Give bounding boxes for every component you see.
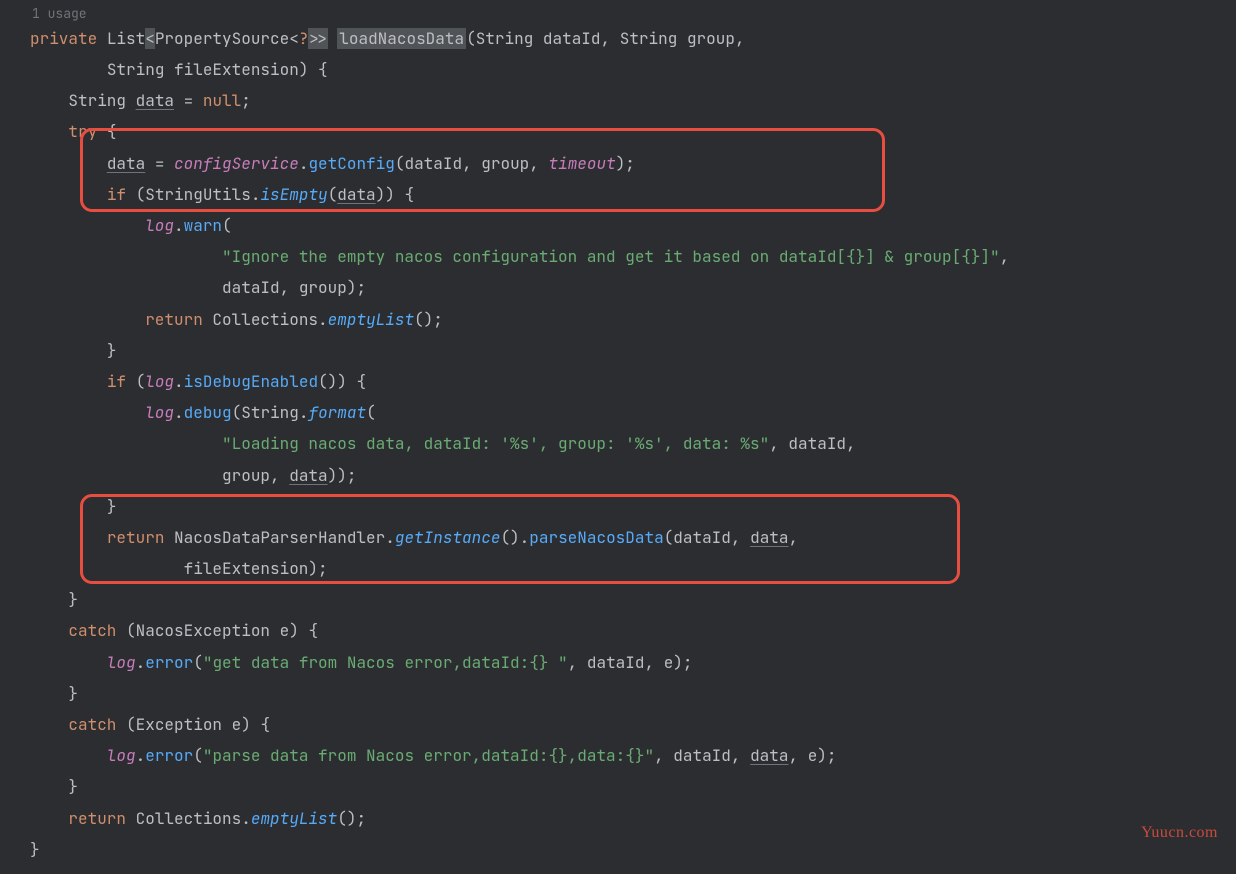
code-line: log.error("parse data from Nacos error,d… xyxy=(0,740,1236,771)
code-line: data = configService.getConfig(dataId, g… xyxy=(0,148,1236,179)
code-line: log.error("get data from Nacos error,dat… xyxy=(0,647,1236,678)
code-line: group, data)); xyxy=(0,460,1236,491)
string-literal: "Ignore the empty nacos configuration an… xyxy=(222,246,1000,267)
code-line: return Collections.emptyList(); xyxy=(0,304,1236,335)
code-line: catch (Exception e) { xyxy=(0,709,1236,740)
call-getconfig: getConfig xyxy=(308,153,394,174)
type-propertysource: PropertySource xyxy=(155,28,289,49)
code-line: return Collections.emptyList(); xyxy=(0,803,1236,834)
code-line: return NacosDataParserHandler.getInstanc… xyxy=(0,522,1236,553)
call-isdebugenabled: isDebugEnabled xyxy=(184,371,318,392)
code-line: try { xyxy=(0,116,1236,147)
code-line: dataId, group); xyxy=(0,272,1236,303)
call-warn: warn xyxy=(184,215,222,236)
call-getinstance: getInstance xyxy=(395,527,501,548)
call-parsenacosdata: parseNacosData xyxy=(529,527,663,548)
field-log: log xyxy=(145,215,174,236)
string-literal: "Loading nacos data, dataId: '%s', group… xyxy=(222,433,769,454)
code-line: catch (NacosException e) { xyxy=(0,615,1236,646)
code-line: log.debug(String.format( xyxy=(0,397,1236,428)
code-line: } xyxy=(0,491,1236,522)
code-line: if (log.isDebugEnabled()) { xyxy=(0,366,1236,397)
keyword-private: private xyxy=(30,28,97,49)
usage-hint[interactable]: 1 usage xyxy=(0,6,1236,23)
code-line: } xyxy=(0,678,1236,709)
code-line: "Ignore the empty nacos configuration an… xyxy=(0,241,1236,272)
code-line: if (StringUtils.isEmpty(data)) { xyxy=(0,179,1236,210)
code-line: } xyxy=(0,834,1236,865)
call-debug: debug xyxy=(184,402,232,423)
call-isempty: isEmpty xyxy=(260,184,327,205)
code-line: log.warn( xyxy=(0,210,1236,241)
code-line: } xyxy=(0,771,1236,802)
call-error: error xyxy=(145,652,193,673)
code-line: "Loading nacos data, dataId: '%s', group… xyxy=(0,428,1236,459)
field-configservice: configService xyxy=(174,153,299,174)
code-line: private List<PropertySource<?>> loadNaco… xyxy=(0,23,1236,54)
call-format: format xyxy=(308,402,366,423)
code-line: } xyxy=(0,584,1236,615)
code-line: fileExtension); xyxy=(0,553,1236,584)
call-emptylist: emptyList xyxy=(328,309,414,330)
code-line: } xyxy=(0,335,1236,366)
method-name: loadNacosData xyxy=(337,28,466,49)
watermark: Yuucn.com xyxy=(1141,817,1218,848)
field-timeout: timeout xyxy=(549,153,616,174)
code-line: String data = null; xyxy=(0,85,1236,116)
type-list: List xyxy=(107,28,145,49)
code-editor[interactable]: 1 usage private List<PropertySource<?>> … xyxy=(0,0,1236,865)
string-literal: "parse data from Nacos error,dataId:{},d… xyxy=(203,745,654,766)
code-line: String fileExtension) { xyxy=(0,54,1236,85)
string-literal: "get data from Nacos error,dataId:{} " xyxy=(203,652,568,673)
